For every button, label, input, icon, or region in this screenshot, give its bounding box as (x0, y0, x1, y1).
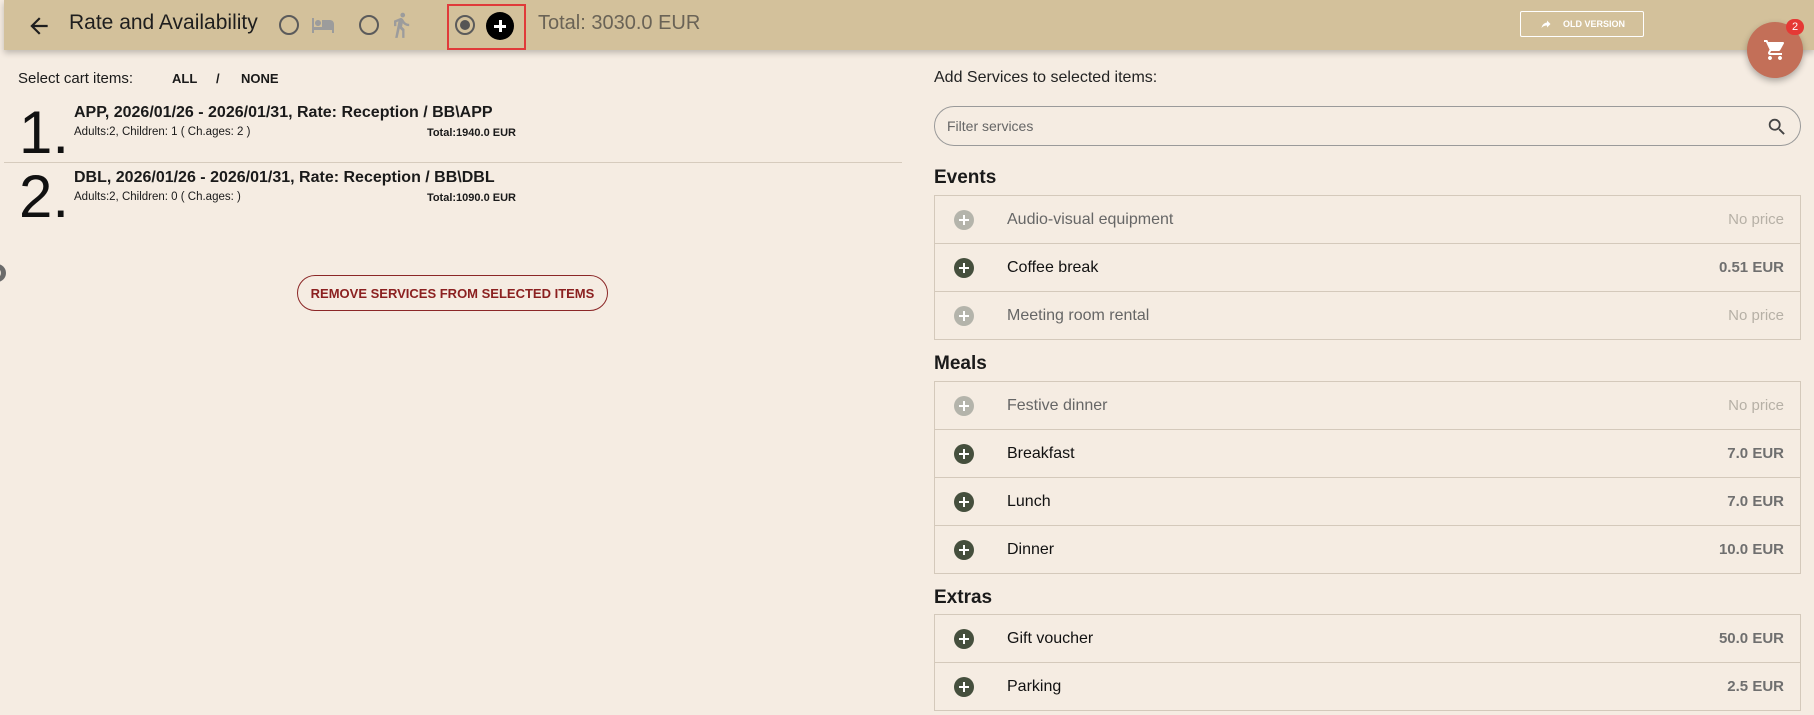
cart-item-number: 2. (19, 163, 70, 230)
app-header: Rate and Availability Total: 3030.0 EUR … (4, 0, 1814, 50)
share-arrow-icon (1541, 20, 1551, 28)
filter-services-field (934, 106, 1801, 146)
service-name: Lunch (1007, 493, 1051, 510)
add-service-icon[interactable] (954, 629, 974, 649)
service-row: Audio-visual equipment No price (935, 196, 1800, 244)
step-radio-rooms[interactable] (279, 15, 299, 35)
service-price: 0.51 EUR (1718, 259, 1784, 276)
select-cart-items-label: Select cart items: (18, 70, 134, 87)
step-radio-services[interactable] (455, 15, 475, 35)
filter-services-input[interactable] (947, 115, 1727, 137)
old-version-button[interactable]: OLD VERSION (1520, 11, 1644, 37)
category-title-extras: Extras (934, 587, 993, 608)
step-radio-guests[interactable] (359, 15, 379, 35)
category-title-events: Events (934, 167, 997, 188)
add-service-icon (954, 396, 974, 416)
bed-icon (312, 18, 334, 33)
cart-count-badge: 2 (1786, 19, 1804, 35)
service-price: 7.0 EUR (1727, 445, 1784, 462)
add-service-icon[interactable] (954, 492, 974, 512)
service-list-events: Audio-visual equipment No price Coffee b… (934, 195, 1801, 340)
search-icon[interactable] (1766, 116, 1788, 138)
separator: / (216, 71, 220, 86)
side-drawer-handle[interactable] (0, 264, 6, 282)
cart-item[interactable]: 1. APP, 2026/01/26 - 2026/01/31, Rate: R… (0, 98, 902, 166)
service-name: Festive dinner (1007, 397, 1108, 414)
add-service-icon[interactable] (954, 444, 974, 464)
back-arrow-icon[interactable] (26, 13, 52, 39)
service-list-meals: Festive dinner No price Breakfast 7.0 EU… (934, 381, 1801, 574)
service-price: No price (1728, 397, 1784, 414)
service-row[interactable]: Gift voucher 50.0 EUR (935, 615, 1800, 663)
add-service-icon[interactable] (954, 540, 974, 560)
remove-services-button[interactable]: REMOVE SERVICES FROM SELECTED ITEMS (297, 275, 608, 311)
cart-icon (1764, 40, 1785, 60)
service-list-extras: Gift voucher 50.0 EUR Parking 2.5 EUR (934, 614, 1801, 711)
service-name: Gift voucher (1007, 630, 1094, 647)
service-name: Breakfast (1007, 445, 1075, 462)
select-all-link[interactable]: ALL (172, 71, 197, 86)
service-price: No price (1728, 307, 1784, 324)
cart-item-total: Total:1940.0 EUR (426, 127, 516, 139)
select-none-link[interactable]: NONE (241, 71, 279, 86)
add-service-icon (954, 210, 974, 230)
service-price: No price (1728, 211, 1784, 228)
category-title-meals: Meals (934, 353, 987, 374)
service-row[interactable]: Dinner 10.0 EUR (935, 526, 1800, 574)
service-row: Meeting room rental No price (935, 292, 1800, 340)
service-price: 10.0 EUR (1718, 541, 1784, 558)
header-total: Total: 3030.0 EUR (538, 12, 701, 34)
walking-person-icon (394, 12, 410, 38)
cart-item-number: 1. (19, 99, 70, 166)
add-service-icon[interactable] (954, 258, 974, 278)
cart-item[interactable]: 2. DBL, 2026/01/26 - 2026/01/31, Rate: R… (0, 163, 902, 227)
cart-item-guests: Adults:2, Children: 1 ( Ch.ages: 2 ) (74, 126, 251, 138)
cart-item-total: Total:1090.0 EUR (426, 192, 516, 204)
add-service-icon (954, 306, 974, 326)
service-name: Audio-visual equipment (1007, 211, 1174, 228)
service-row[interactable]: Coffee break 0.51 EUR (935, 244, 1800, 292)
service-row[interactable]: Breakfast 7.0 EUR (935, 430, 1800, 478)
service-name: Dinner (1007, 541, 1055, 558)
cart-item-title: APP, 2026/01/26 - 2026/01/31, Rate: Rece… (74, 104, 493, 121)
service-row: Festive dinner No price (935, 382, 1800, 430)
service-row[interactable]: Lunch 7.0 EUR (935, 478, 1800, 526)
service-name: Meeting room rental (1007, 307, 1150, 324)
service-price: 2.5 EUR (1727, 678, 1784, 695)
service-price: 50.0 EUR (1718, 630, 1784, 647)
old-version-label: OLD VERSION (1562, 19, 1625, 29)
service-row[interactable]: Parking 2.5 EUR (935, 663, 1800, 711)
service-name: Parking (1007, 678, 1062, 695)
service-price: 7.0 EUR (1727, 493, 1784, 510)
add-services-icon (486, 12, 514, 40)
add-services-title: Add Services to selected items: (934, 69, 1158, 86)
cart-item-guests: Adults:2, Children: 0 ( Ch.ages: ) (74, 191, 241, 203)
page-title: Rate and Availability (69, 11, 258, 34)
add-service-icon[interactable] (954, 677, 974, 697)
service-name: Coffee break (1007, 259, 1099, 276)
cart-item-title: DBL, 2026/01/26 - 2026/01/31, Rate: Rece… (74, 169, 495, 186)
